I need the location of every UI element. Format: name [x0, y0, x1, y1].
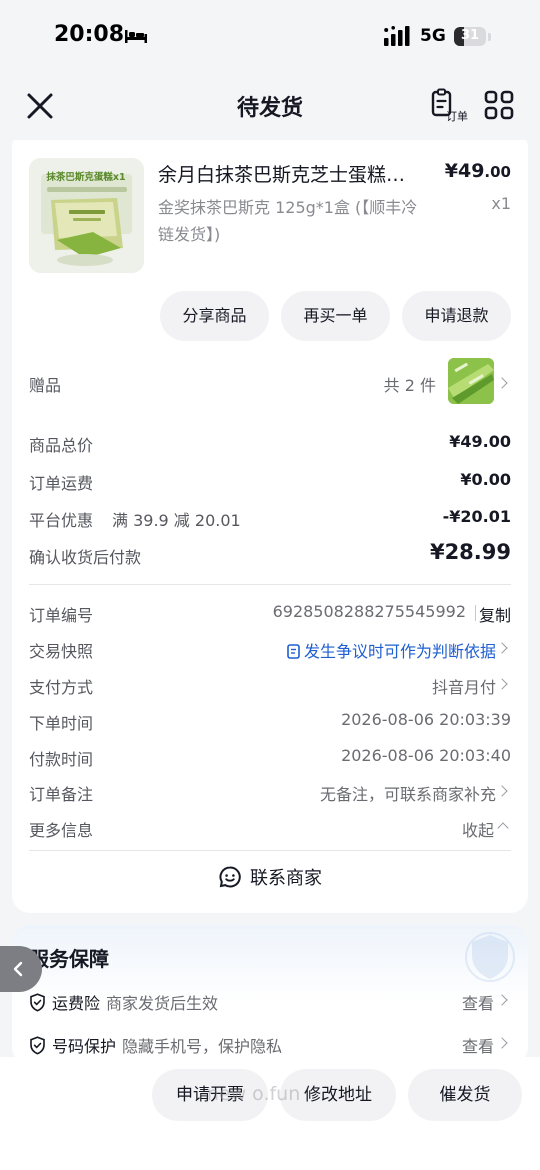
signal-icon: [384, 26, 410, 46]
order-time-label: 下单时间: [29, 714, 94, 733]
rebuy-button[interactable]: 再买一单: [281, 291, 390, 341]
gift-count[interactable]: 共 2 件: [384, 372, 436, 396]
shipping-fee-value: ¥0.00: [460, 470, 511, 489]
discount-label: 平台优惠: [29, 511, 94, 530]
product-price-decimal: .00: [484, 163, 511, 181]
page: 20:08 5G 31 待发货 订单 抹茶巴斯克蛋糕x1 余月白抹茶巴斯克芝士蛋…: [0, 0, 540, 1170]
payment-method-label: 支付方式: [29, 678, 94, 697]
copy-separator: [475, 605, 476, 621]
collapse-button[interactable]: 收起: [462, 817, 494, 841]
product-image-text: 抹茶巴斯克蛋糕x1: [46, 171, 125, 183]
gift-thumbnail[interactable]: [448, 358, 494, 404]
service-guarantee-card: 服务保障 运费险 商家发货后生效 查看 号码保护 隐藏手机号，保护隐私 查看: [12, 925, 528, 1065]
order-time-value: 2026-08-06 20:03:39: [341, 710, 511, 729]
remark-value[interactable]: 无备注，可联系商家补充: [320, 781, 496, 805]
discount-note: 满 39.9 减 20.01: [112, 511, 241, 530]
pay-time-label: 付款时间: [29, 750, 94, 769]
urge-shipping-button[interactable]: 催发货: [408, 1069, 522, 1121]
order-id-label: 订单编号: [29, 606, 94, 625]
pay-after-receipt-label: 确认收货后付款: [29, 548, 142, 567]
product-image[interactable]: 抹茶巴斯克蛋糕x1: [29, 158, 144, 273]
product-quantity: x1: [491, 194, 511, 213]
service-view-link[interactable]: 查看: [462, 1033, 494, 1057]
service-item-name: 运费险: [52, 994, 101, 1013]
status-bar: 20:08 5G 31: [0, 0, 540, 70]
orders-label: 订单: [446, 110, 468, 123]
product-name[interactable]: 余月白抹茶巴斯克芝士蛋糕…: [158, 160, 428, 187]
shield-watermark-icon: [465, 932, 515, 982]
payment-method-value[interactable]: 抖音月付: [432, 674, 496, 698]
product-price-main: ¥49: [444, 160, 485, 182]
network-label: 5G: [420, 26, 446, 46]
service-chevron-icon[interactable]: [496, 994, 508, 1006]
gift-image: [448, 358, 494, 404]
document-icon: [287, 644, 300, 659]
contact-divider: [29, 850, 511, 851]
product-price: ¥49.00: [445, 160, 511, 182]
service-item-desc: 商家发货后生效: [106, 994, 219, 1013]
payment-chevron-icon[interactable]: [496, 678, 508, 690]
snapshot-link[interactable]: 发生争议时可作为判断依据: [287, 638, 496, 662]
grid-icon[interactable]: [484, 90, 514, 120]
remark-chevron-icon[interactable]: [496, 785, 508, 797]
contact-merchant-label: 联系商家: [250, 868, 322, 889]
remark-label: 订单备注: [29, 785, 94, 804]
order-card: 抹茶巴斯克蛋糕x1 余月白抹茶巴斯克芝士蛋糕… 金奖抹茶巴斯克 125g*1盒 …: [12, 130, 528, 913]
shipping-fee-label: 订单运费: [29, 474, 94, 493]
battery-percent: 31: [460, 28, 480, 43]
copy-order-id-button[interactable]: 复制: [479, 602, 511, 626]
chevron-up-icon[interactable]: [497, 822, 509, 834]
pay-after-receipt-value: ¥28.99: [429, 540, 511, 564]
snapshot-link-text: 发生争议时可作为判断依据: [303, 642, 496, 661]
total-price-label: 商品总价: [29, 436, 94, 455]
refund-button[interactable]: 申请退款: [402, 291, 511, 341]
battery-cap: [488, 33, 491, 41]
share-product-button[interactable]: 分享商品: [160, 291, 269, 341]
service-item-shipping-insurance: 运费险 商家发货后生效: [29, 990, 218, 1014]
chevron-left-icon: [13, 961, 23, 977]
gift-chevron-icon[interactable]: [496, 377, 508, 389]
status-time: 20:08: [54, 22, 125, 47]
chat-smile-icon: [219, 866, 241, 888]
service-item-number-protection: 号码保护 隐藏手机号，保护隐私: [29, 1033, 282, 1057]
modify-address-button[interactable]: 修改地址: [280, 1069, 396, 1121]
service-chevron-icon[interactable]: [496, 1037, 508, 1049]
bed-icon: [125, 30, 147, 43]
service-item-name: 号码保护: [52, 1037, 117, 1056]
contact-merchant-button[interactable]: 联系商家: [12, 864, 528, 890]
cake-box-illustration: 抹茶巴斯克蛋糕x1: [29, 158, 144, 273]
apply-invoice-button[interactable]: 申请开票: [152, 1069, 268, 1121]
more-info-label: 更多信息: [29, 821, 94, 840]
section-divider: [29, 584, 511, 585]
pay-time-value: 2026-08-06 20:03:40: [341, 746, 511, 765]
product-spec: 金奖抹茶巴斯克 125g*1盒 (【顺丰冷链发货】): [158, 198, 418, 244]
shield-check-icon: [30, 993, 45, 1012]
shield-check-icon: [30, 1036, 45, 1055]
gift-label: 赠品: [29, 376, 62, 395]
service-view-link[interactable]: 查看: [462, 990, 494, 1014]
bottom-action-bar: 申请开票 修改地址 催发货 -new o.fun: [0, 1057, 540, 1170]
service-item-desc: 隐藏手机号，保护隐私: [122, 1037, 283, 1056]
battery-icon: 31: [454, 27, 486, 46]
snapshot-label: 交易快照: [29, 642, 94, 661]
discount-value: -¥20.01: [442, 507, 511, 526]
nav-bar: 待发货 订单: [0, 70, 540, 140]
snapshot-chevron-icon[interactable]: [496, 642, 508, 654]
order-id-value: 6928508288275545992: [272, 602, 466, 621]
total-price-value: ¥49.00: [449, 432, 511, 451]
